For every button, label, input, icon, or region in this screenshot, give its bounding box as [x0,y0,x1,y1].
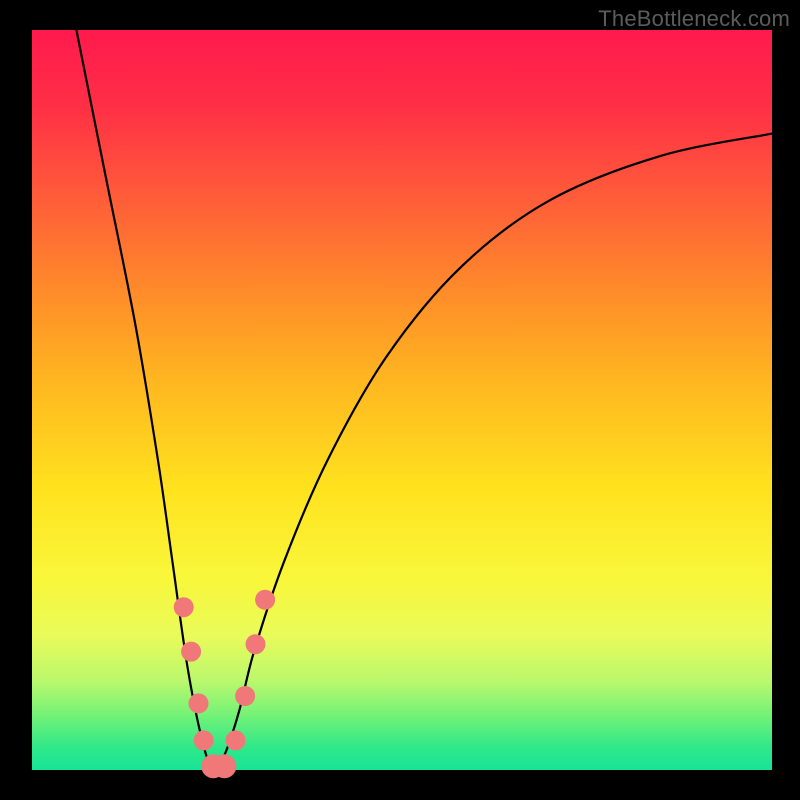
highlighted-point [174,597,194,617]
highlighted-point [189,693,209,713]
plot-svg [32,30,772,770]
highlighted-point [226,730,246,750]
highlighted-point [212,754,236,778]
highlighted-point [235,686,255,706]
highlighted-point [246,634,266,654]
watermark-text: TheBottleneck.com [598,6,790,32]
highlighted-point [255,590,275,610]
highlighted-point [194,730,214,750]
chart-stage: TheBottleneck.com [0,0,800,800]
marker-group [174,590,275,779]
bottleneck-curve-line [76,30,772,770]
highlighted-point [181,642,201,662]
